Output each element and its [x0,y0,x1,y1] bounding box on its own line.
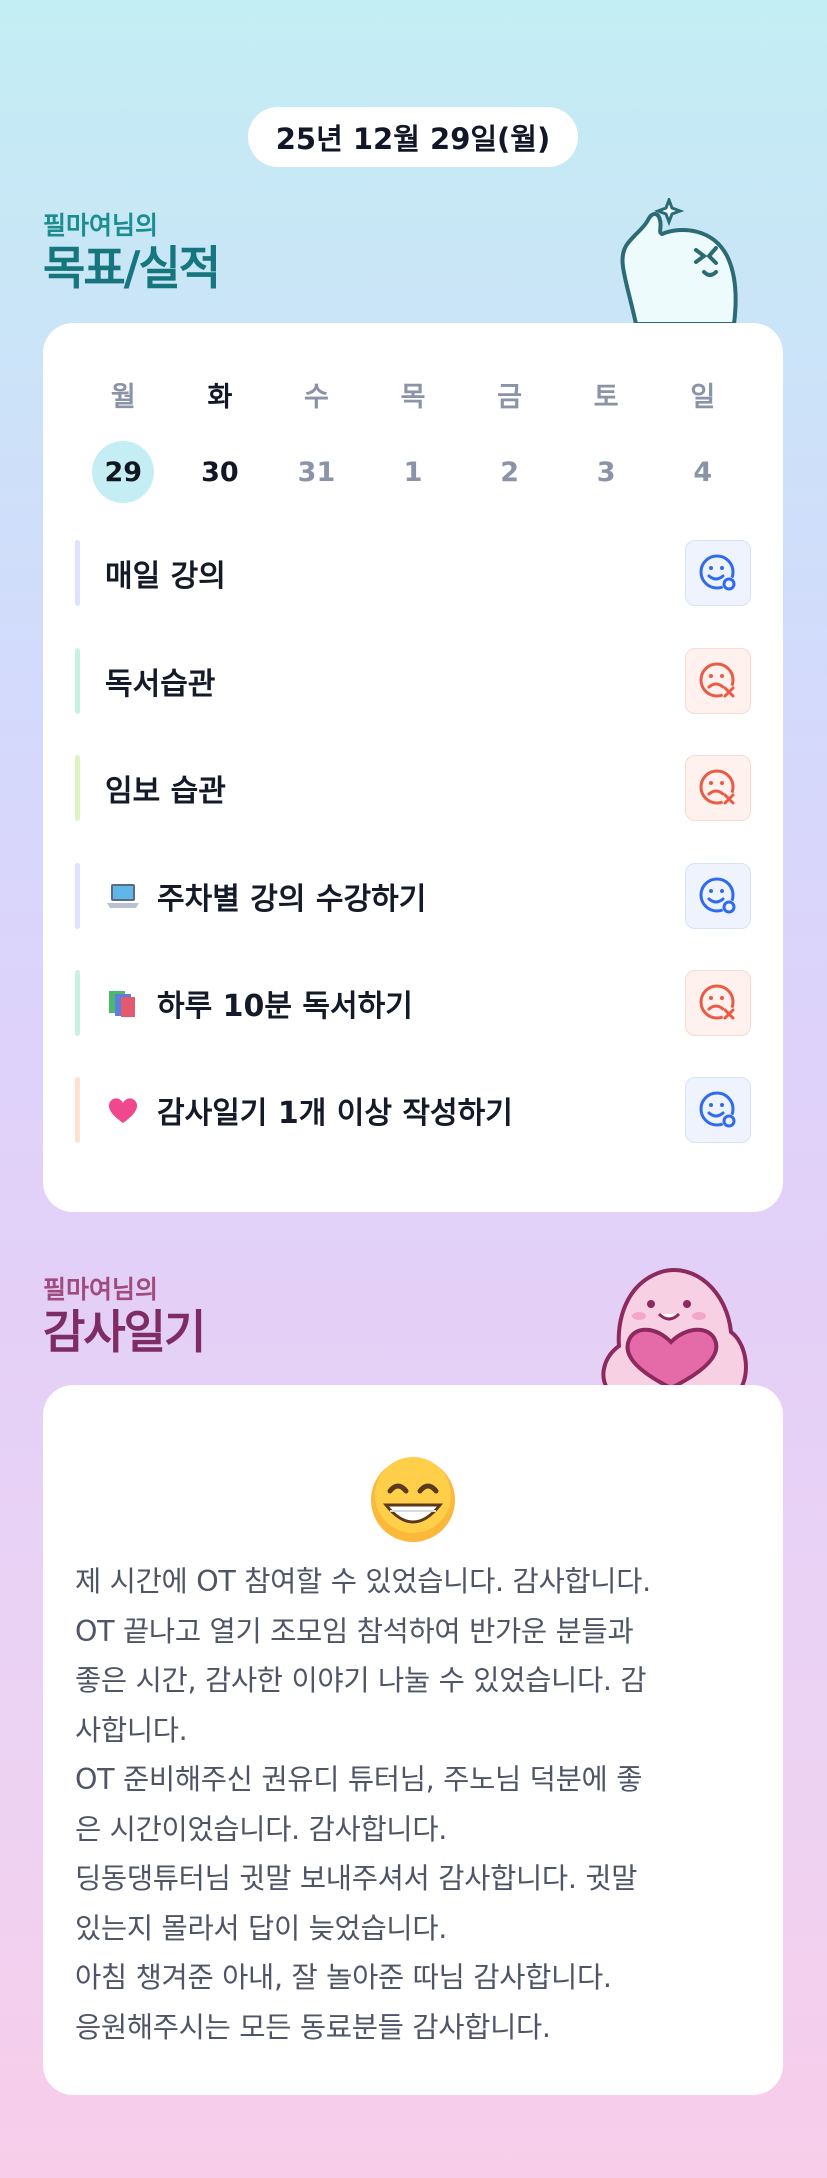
goals-owner-label: 필마여님의 [43,211,159,240]
weekday-wed: 수 [304,382,329,413]
weekday-thu: 목 [400,382,426,413]
habit-color-bar [75,755,80,821]
habit-row[interactable]: 독서습관 [75,648,751,714]
weekday-sat: 토 [593,382,619,413]
habit-color-bar [75,648,80,714]
status-success-icon[interactable] [685,863,751,929]
diary-section-title: 필마여님의 감사일기 [43,1270,206,1359]
books-icon [105,985,141,1021]
date-pill: 25년 12월 29일(월) [248,107,578,167]
habit-row[interactable]: 하루 10분 독서하기 [75,970,751,1036]
date-cell[interactable]: 3 [558,441,655,503]
habit-color-bar [75,863,80,929]
diary-owner-label: 필마여님의 [43,1275,159,1304]
goals-title: 목표/실적 [43,241,221,295]
grinning-face-icon [371,1457,455,1542]
habit-row[interactable]: 감사일기 1개 이상 작성하기 [75,1077,751,1143]
date-cell[interactable]: 4 [654,441,751,503]
habit-label: 감사일기 1개 이상 작성하기 [105,1077,513,1143]
weekday-tue: 화 [207,382,233,413]
date-cell[interactable]: 31 [268,441,365,503]
diary-title: 감사일기 [43,1305,206,1359]
habit-row[interactable]: 주차별 강의 수강하기 [75,863,751,929]
habit-color-bar [75,540,80,606]
date-row: 29 30 31 1 2 3 4 [75,441,751,503]
date-cell[interactable]: 1 [365,441,462,503]
weekday-row: 월 화 수 목 금 토 일 [75,375,751,414]
habit-row[interactable]: 매일 강의 [75,540,751,606]
gratitude-diary-card: 제 시간에 OT 참여할 수 있었습니다. 감사합니다. OT 끝나고 열기 조… [43,1385,783,2095]
laptop-icon [105,878,141,914]
habit-row[interactable]: 임보 습관 [75,755,751,821]
weekday-mon: 월 [110,382,136,413]
habit-label: 하루 10분 독서하기 [105,970,413,1036]
status-fail-icon[interactable] [685,648,751,714]
goals-section-title: 필마여님의 목표/실적 [43,206,221,295]
habit-label: 매일 강의 [105,559,226,594]
habit-color-bar [75,1077,80,1143]
goals-card: 월 화 수 목 금 토 일 29 30 31 1 2 3 4 매일 강의 독서습… [43,323,783,1212]
date-cell[interactable]: 2 [461,441,558,503]
status-success-icon[interactable] [685,540,751,606]
date-cell[interactable]: 30 [172,441,269,503]
heart-hugging-mascot-illustration [601,1268,748,1388]
diary-content: 제 시간에 OT 참여할 수 있었습니다. 감사합니다. OT 끝나고 열기 조… [75,1565,651,2044]
weekday-fri: 금 [497,382,523,413]
date-cell-selected[interactable]: 29 [75,441,172,503]
status-fail-icon[interactable] [685,970,751,1036]
habit-label: 주차별 강의 수강하기 [105,863,426,929]
status-success-icon[interactable] [685,1077,751,1143]
heart-icon [105,1092,141,1128]
habit-color-bar [75,970,80,1036]
status-fail-icon[interactable] [685,755,751,821]
habit-label: 독서습관 [105,667,216,702]
habit-label: 임보 습관 [105,774,226,809]
waving-mascot-illustration [620,198,738,324]
weekday-sun: 일 [690,382,716,413]
